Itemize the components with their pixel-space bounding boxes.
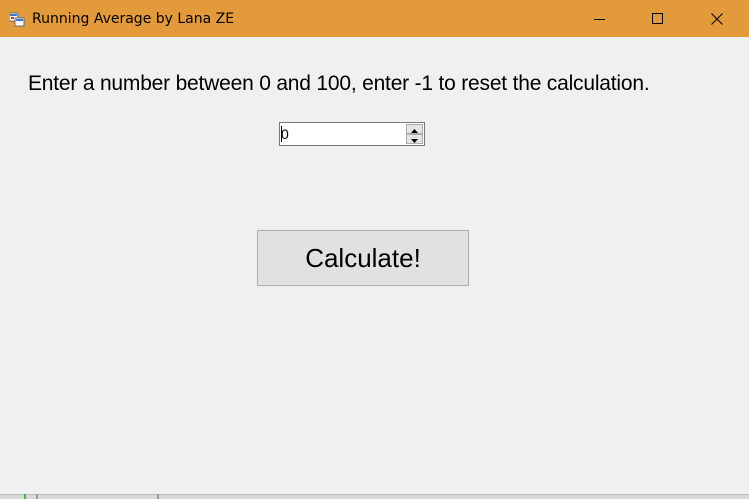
- number-input[interactable]: [280, 123, 404, 145]
- spin-down-button[interactable]: [406, 134, 423, 144]
- calculate-button[interactable]: Calculate!: [257, 230, 469, 286]
- bottom-edge: [0, 494, 749, 499]
- spin-down-arrow-icon: [411, 130, 418, 148]
- maximize-icon: [652, 12, 664, 25]
- title-bar[interactable]: Running Average by Lana ZE: [0, 0, 749, 37]
- minimize-button[interactable]: [571, 0, 629, 37]
- app-window: Running Average by Lana ZE Enter a numbe…: [0, 0, 749, 499]
- instruction-label: Enter a number between 0 and 100, enter …: [28, 72, 650, 95]
- text-caret: [281, 126, 282, 142]
- close-button[interactable]: [688, 0, 746, 37]
- green-marker: [24, 494, 26, 499]
- number-spinbox[interactable]: [279, 122, 425, 146]
- spin-buttons: [406, 124, 423, 144]
- divider-marker: [36, 494, 38, 499]
- divider-marker: [157, 494, 159, 499]
- maximize-button[interactable]: [629, 0, 687, 37]
- close-icon: [711, 12, 723, 25]
- minimize-icon: [594, 13, 606, 25]
- app-icon: [8, 11, 25, 27]
- window-title: Running Average by Lana ZE: [32, 11, 235, 27]
